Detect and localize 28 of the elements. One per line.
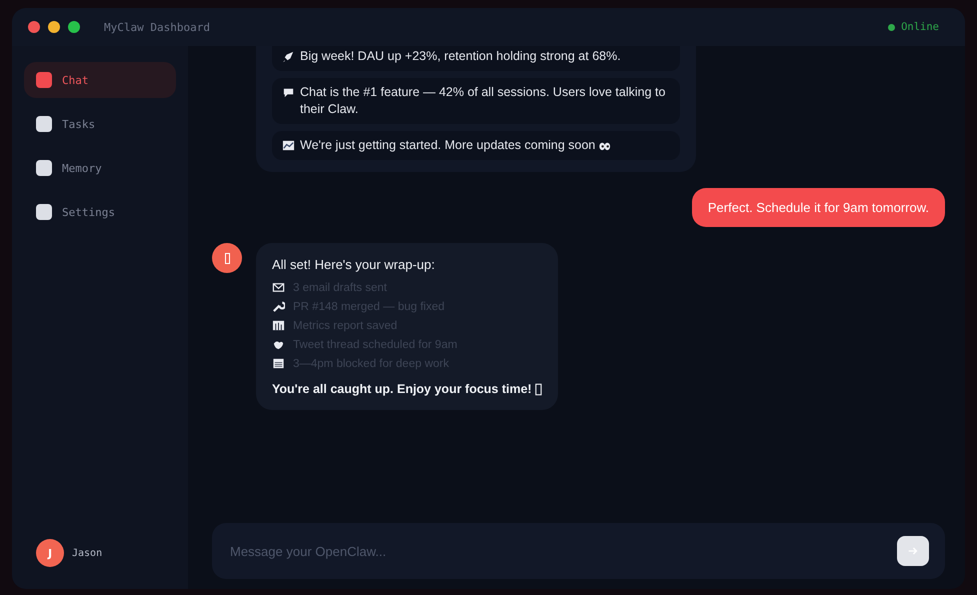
message-text: We're just getting started. More updates coming soon xyxy=(300,137,596,154)
bar-chart-icon xyxy=(272,319,285,332)
trend-chart-icon xyxy=(282,139,295,152)
nav-item[interactable]: Chat xyxy=(24,62,176,98)
arrow-icon xyxy=(907,545,919,557)
speech-bubble-icon xyxy=(282,86,295,99)
maximize-icon[interactable] xyxy=(68,21,80,33)
user-avatar[interactable]: J xyxy=(36,539,64,567)
message-input[interactable]: Message your OpenClaw... xyxy=(228,542,887,560)
message-field[interactable]: Message your OpenClaw... xyxy=(212,523,945,579)
envelope-icon xyxy=(272,281,285,294)
minimize-icon[interactable] xyxy=(48,21,60,33)
send-button[interactable] xyxy=(897,536,929,566)
nav-item[interactable]: Memory xyxy=(24,150,176,186)
nav-item[interactable]: Tasks xyxy=(24,106,176,142)
close-icon[interactable] xyxy=(28,21,40,33)
user-message: Perfect. Schedule it for 9am tomorrow. xyxy=(692,188,945,227)
message-text: All set! Here's your wrap-up: xyxy=(272,257,436,272)
message-text: Chat is the #1 feature — 42% of all sessions. Users love talking to their Claw. xyxy=(300,84,666,118)
missing-glyph-icon xyxy=(534,382,542,396)
calendar-icon xyxy=(272,357,285,370)
status-label: Online xyxy=(901,21,939,33)
window-title: MyClaw Dashboard xyxy=(104,20,210,34)
user-name: Jason xyxy=(72,548,102,558)
message-text: You're all caught up. Enjoy your focus time! xyxy=(272,382,532,396)
bot-avatar xyxy=(212,243,242,273)
nav-item[interactable]: Settings xyxy=(24,194,176,230)
message-text: Big week! DAU up +23%, retention holding strong at 68%. xyxy=(300,48,621,65)
